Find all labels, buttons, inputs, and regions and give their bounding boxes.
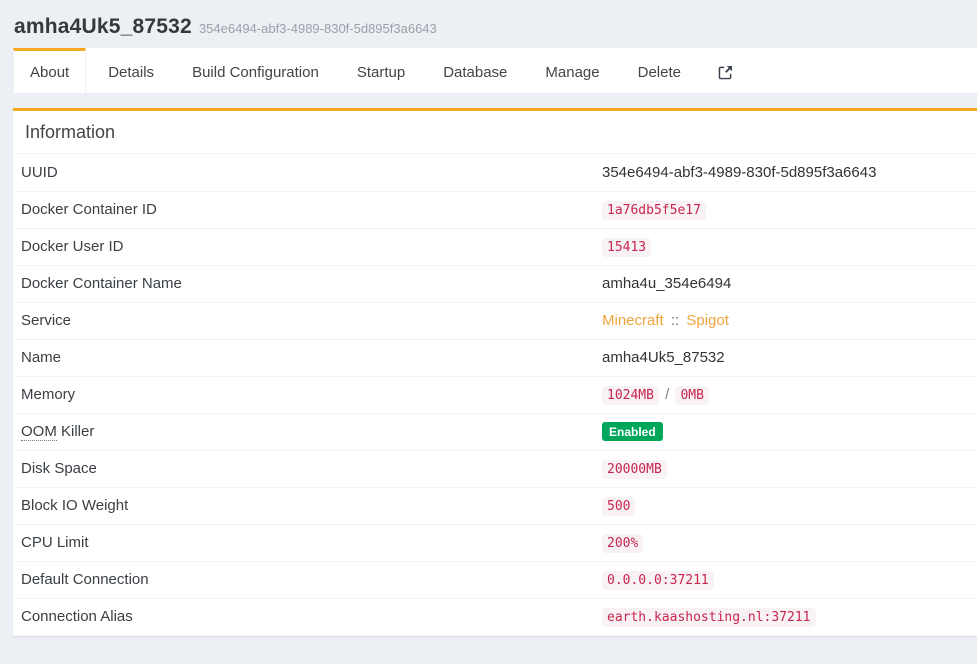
row-label: Docker User ID [13,228,594,265]
value-text: amha4Uk5_87532 [602,349,725,366]
link-spigot[interactable]: Spigot [686,312,729,329]
code-value: 0MB [675,386,708,405]
tab-database[interactable]: Database [427,48,523,93]
row-value: 200% [594,524,977,561]
table-row-oom-killer: OOM Killer Enabled [13,413,977,450]
row-label: UUID [13,154,594,191]
code-value: 200% [602,534,643,553]
row-label: Docker Container ID [13,191,594,228]
page-header: amha4Uk5_87532 354e6494-abf3-4989-830f-5d… [0,0,977,48]
table-row-memory: Memory1024MB / 0MB [13,376,977,413]
row-label: CPU Limit [13,524,594,561]
row-label: Connection Alias [13,598,594,635]
row-value: 0.0.0.0:37211 [594,561,977,598]
page-uuid: 354e6494-abf3-4989-830f-5d895f3a6643 [199,21,437,36]
value-text: amha4u_354e6494 [602,275,731,292]
row-value: Enabled [594,413,977,450]
link-minecraft[interactable]: Minecraft [602,312,664,329]
tab-delete[interactable]: Delete [622,48,697,93]
row-value: 20000MB [594,450,977,487]
tab-startup[interactable]: Startup [341,48,421,93]
row-label: Service [13,302,594,339]
value-text: 354e6494-abf3-4989-830f-5d895f3a6643 [602,164,876,181]
row-label: Default Connection [13,561,594,598]
table-row-block-io-weight: Block IO Weight 500 [13,487,977,524]
row-value: amha4u_354e6494 [594,265,977,302]
row-value: amha4Uk5_87532 [594,339,977,376]
row-value: earth.kaashosting.nl:37211 [594,598,977,635]
table-row-connection-alias: Connection Alias earth.kaashosting.nl:372… [13,598,977,635]
row-label: Block IO Weight [13,487,594,524]
table-row-uuid: UUID 354e6494-abf3-4989-830f-5d895f3a6643 [13,154,977,191]
code-value: 0.0.0.0:37211 [602,571,714,590]
status-badge: Enabled [602,422,663,441]
row-label: Memory [13,376,594,413]
page-title: amha4Uk5_87532 [14,15,192,38]
tab-list: AboutDetailsBuild ConfigurationStartupDa… [13,48,703,93]
tab-bar: AboutDetailsBuild ConfigurationStartupDa… [13,48,977,93]
table-row-docker-user-id: Docker User ID 15413 [13,228,977,265]
code-value: earth.kaashosting.nl:37211 [602,608,816,627]
table-row-name: Name amha4Uk5_87532 [13,339,977,376]
value-separator: / [659,386,676,403]
tab-external-link[interactable] [703,48,748,93]
tab-manage[interactable]: Manage [529,48,615,93]
row-value: Minecraft :: Spigot [594,302,977,339]
abbr-oom: OOM [21,423,57,441]
spacer [0,93,977,108]
row-value: 15413 [594,228,977,265]
table-row-docker-container-name: Docker Container Name amha4u_354e6494 [13,265,977,302]
row-value: 1024MB / 0MB [594,376,977,413]
row-value: 1a76db5f5e17 [594,191,977,228]
code-value: 15413 [602,238,651,257]
info-table-body: UUID 354e6494-abf3-4989-830f-5d895f3a6643… [13,154,977,635]
table-row-disk-space: Disk Space 20000MB [13,450,977,487]
row-value: 354e6494-abf3-4989-830f-5d895f3a6643 [594,154,977,191]
code-value: 20000MB [602,460,667,479]
row-label: OOM Killer [13,413,594,450]
panel-title: Information [25,122,115,142]
table-row-cpu-limit: CPU Limit 200% [13,524,977,561]
table-row-default-connection: Default Connection 0.0.0.0:37211 [13,561,977,598]
external-link-icon [717,64,734,81]
row-label: Name [13,339,594,376]
info-table: UUID 354e6494-abf3-4989-830f-5d895f3a6643… [13,154,977,636]
row-value: 500 [594,487,977,524]
table-row-docker-container-id: Docker Container ID 1a76db5f5e17 [13,191,977,228]
row-label: Disk Space [13,450,594,487]
information-panel: Information UUID 354e6494-abf3-4989-830f-… [13,108,977,636]
tab-build-configuration[interactable]: Build Configuration [176,48,335,93]
code-value: 500 [602,497,635,516]
table-row-service: ServiceMinecraft :: Spigot [13,302,977,339]
panel-header: Information [13,111,977,154]
value-separator: :: [664,312,687,329]
row-label: Docker Container Name [13,265,594,302]
code-value: 1a76db5f5e17 [602,201,706,220]
code-value: 1024MB [602,386,659,405]
tab-about[interactable]: About [13,48,86,93]
tab-details[interactable]: Details [92,48,170,93]
